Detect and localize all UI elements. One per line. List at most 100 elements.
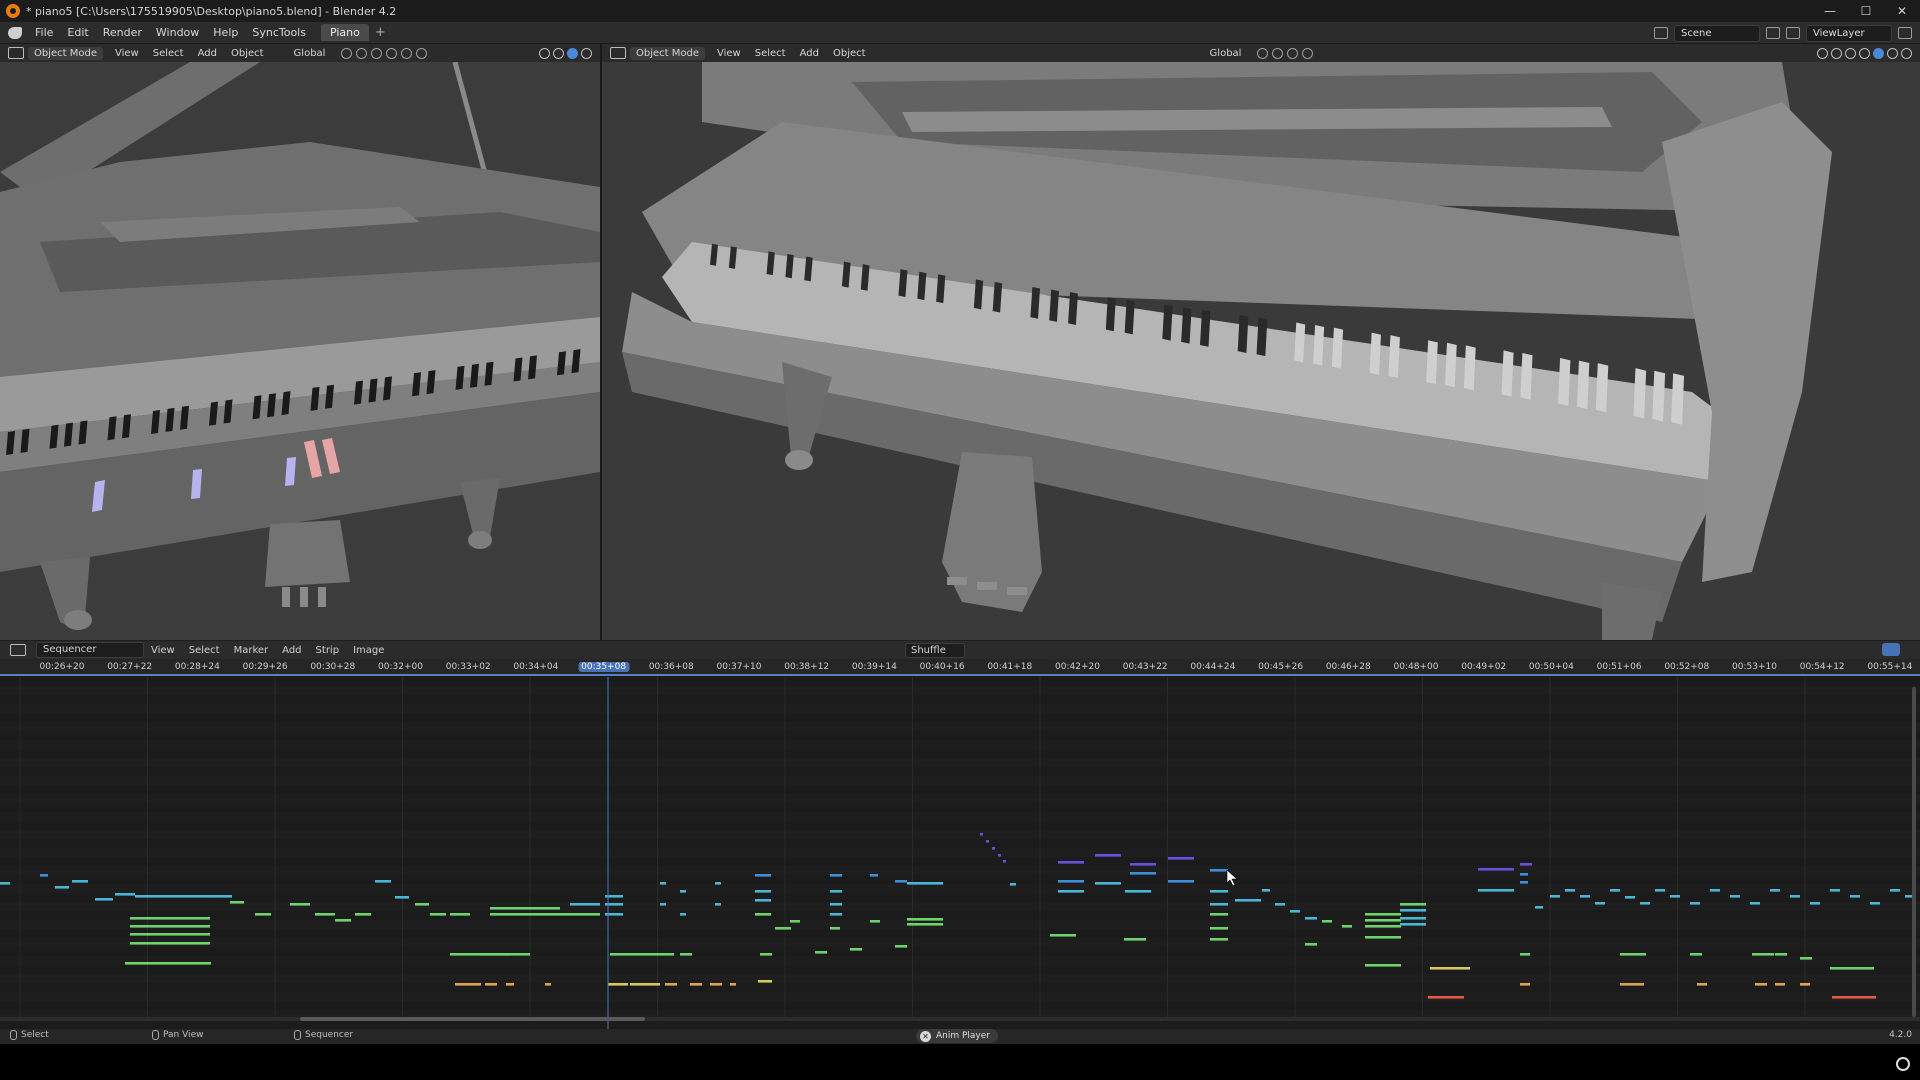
sequencer-strip[interactable] — [1690, 953, 1702, 956]
sequencer-strip[interactable] — [660, 882, 666, 885]
h-scrollbar-track[interactable] — [0, 1017, 1920, 1021]
sequencer-strip[interactable] — [1210, 869, 1228, 872]
new-scene-icon[interactable] — [1766, 27, 1780, 39]
menu-strip[interactable]: Strip — [309, 645, 347, 656]
transform-orientation-dropdown[interactable]: Global — [1204, 47, 1248, 60]
sequencer-strip[interactable] — [1430, 967, 1470, 970]
left-3d-viewport[interactable] — [0, 62, 600, 640]
sequencer-strip[interactable] — [760, 953, 772, 956]
sequencer-strip[interactable] — [230, 901, 244, 904]
menu-object[interactable]: Object — [827, 47, 872, 60]
sequencer-strip[interactable] — [485, 983, 497, 986]
sequencer-strip[interactable] — [1620, 953, 1646, 956]
sequencer-strip[interactable] — [1790, 895, 1800, 898]
sequencer-strip[interactable] — [680, 890, 686, 893]
solid-shading-icon[interactable] — [553, 47, 564, 59]
gizmo-icon[interactable] — [401, 47, 413, 59]
sequencer-strip[interactable] — [395, 896, 409, 899]
sequencer-strip[interactable] — [545, 983, 551, 986]
sequencer-strip[interactable] — [1755, 983, 1767, 986]
menu-marker[interactable]: Marker — [227, 645, 276, 656]
sequencer-strip[interactable] — [755, 899, 771, 902]
scene-field[interactable]: Scene — [1674, 24, 1760, 42]
menu-help[interactable]: Help — [206, 26, 245, 39]
sequencer-strip[interactable] — [1750, 902, 1760, 905]
sequencer-strip[interactable] — [1210, 938, 1228, 941]
sequencer-strip[interactable] — [135, 895, 215, 898]
menu-edit[interactable]: Edit — [60, 26, 95, 39]
material-shading-icon[interactable] — [1887, 47, 1898, 59]
sequencer-strip[interactable] — [1640, 902, 1650, 905]
sequencer-strip[interactable] — [1400, 923, 1426, 926]
sequencer-strip[interactable] — [1262, 889, 1270, 892]
sequencer-strip[interactable] — [315, 913, 335, 916]
scene-icon[interactable] — [1654, 27, 1668, 39]
editor-type-icon[interactable] — [8, 47, 24, 59]
menu-file[interactable]: File — [28, 26, 60, 39]
sequencer-strip[interactable] — [665, 983, 677, 986]
sequencer-strip[interactable] — [608, 983, 628, 986]
sequencer-strip[interactable] — [1535, 906, 1543, 909]
sequencer-strip[interactable] — [895, 945, 907, 948]
sequencer-strip[interactable] — [1124, 938, 1146, 941]
sequencer-strip[interactable] — [1058, 890, 1084, 893]
add-workspace-button[interactable]: + — [375, 25, 386, 40]
menu-add[interactable]: Add — [794, 47, 825, 60]
sequencer-strip[interactable] — [710, 983, 722, 986]
sequencer-strip[interactable] — [1210, 913, 1228, 916]
sequencer-strip[interactable] — [1890, 889, 1900, 892]
sequencer-strip[interactable] — [95, 898, 113, 901]
sequencer-strip[interactable] — [1130, 863, 1156, 866]
sequencer-strip[interactable] — [1275, 903, 1285, 906]
sequencer-strip[interactable] — [1210, 903, 1228, 906]
sequencer-strip[interactable] — [1775, 983, 1785, 986]
sequencer-strip[interactable] — [907, 882, 943, 885]
sequencer-strip[interactable] — [415, 903, 429, 906]
sequencer-strip[interactable] — [1168, 857, 1194, 860]
sequencer-strip[interactable] — [1520, 953, 1530, 956]
sequencer-strip[interactable] — [490, 913, 560, 916]
sequencer-strip[interactable] — [1625, 896, 1635, 899]
sequencer-strip[interactable] — [1830, 967, 1874, 970]
editor-type-icon[interactable] — [610, 47, 626, 59]
sequencer-strip[interactable] — [1810, 902, 1820, 905]
workspace-tab-piano[interactable]: Piano — [320, 24, 369, 41]
sequencer-strip[interactable] — [355, 913, 371, 916]
sequencer-strip[interactable] — [125, 962, 211, 965]
menu-add[interactable]: Add — [275, 645, 308, 656]
pivot-icon[interactable] — [1257, 47, 1269, 59]
object-mode-dropdown[interactable]: Object Mode — [28, 46, 103, 60]
view-layer-icon[interactable] — [1786, 27, 1800, 39]
menu-view[interactable]: View — [144, 645, 182, 656]
sequencer-strip[interactable] — [1610, 889, 1620, 892]
sequencer-strip[interactable] — [130, 933, 210, 936]
sequencer-strip[interactable] — [1520, 983, 1530, 986]
sequencer-strip[interactable] — [895, 880, 907, 883]
sequencer-strip[interactable] — [680, 953, 692, 956]
sequencer-strip[interactable] — [1730, 895, 1740, 898]
sequencer-strip[interactable] — [690, 983, 702, 986]
sequencer-strip[interactable] — [1690, 902, 1700, 905]
menu-object[interactable]: Object — [225, 47, 270, 60]
transform-orientation-dropdown[interactable]: Global — [288, 47, 332, 60]
sequencer-strip[interactable] — [1478, 889, 1514, 892]
sequencer-strip[interactable] — [1322, 920, 1332, 923]
sequencer-strip[interactable] — [1400, 917, 1426, 920]
sequencer-strip[interactable] — [0, 882, 10, 885]
sequencer-strip[interactable] — [1168, 880, 1194, 883]
sequencer-strip[interactable] — [335, 919, 351, 922]
sequencer-strip[interactable] — [375, 880, 391, 883]
v-scrollbar[interactable] — [1912, 687, 1916, 1017]
sequencer-strip[interactable] — [1400, 909, 1426, 912]
sequencer-strip[interactable] — [130, 925, 210, 928]
sequencer-strip[interactable] — [907, 918, 943, 921]
sequencer-strip[interactable] — [715, 903, 721, 906]
sequencer-strip[interactable] — [130, 917, 210, 920]
sequencer-strip[interactable] — [830, 903, 842, 906]
menu-image[interactable]: Image — [346, 645, 391, 656]
sequencer-strip[interactable] — [986, 840, 989, 843]
sequencer-strip[interactable] — [1050, 934, 1076, 937]
sequencer-strip[interactable] — [755, 874, 771, 877]
sequencer-strip[interactable] — [1210, 890, 1228, 893]
menu-select[interactable]: Select — [147, 47, 190, 60]
